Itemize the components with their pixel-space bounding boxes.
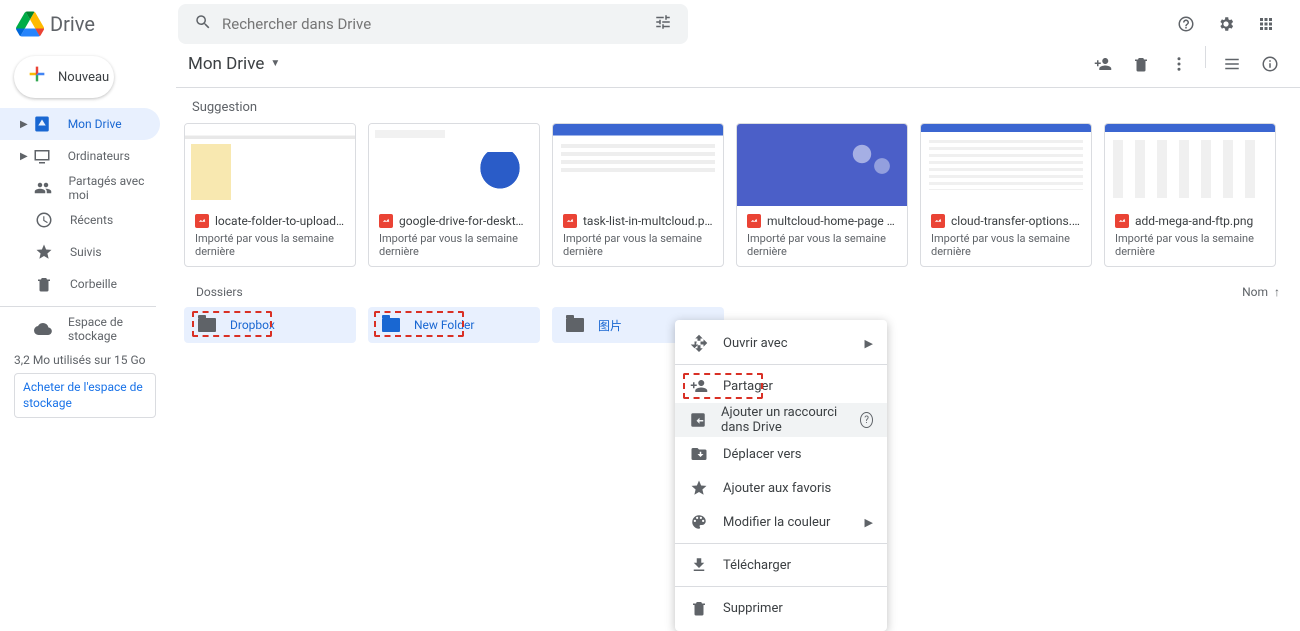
- caret-icon: ▶: [20, 151, 28, 162]
- sidebar-item-mydrive[interactable]: ▶ Mon Drive: [0, 108, 160, 140]
- image-file-icon: [379, 214, 393, 228]
- suggestion-heading: Suggestion: [176, 88, 1300, 123]
- image-file-icon: [563, 214, 577, 228]
- settings-icon[interactable]: [1208, 6, 1244, 42]
- context-menu: Ouvrir avec ▶ Partager Ajouter un raccou…: [675, 320, 887, 631]
- image-file-icon: [1115, 214, 1129, 228]
- sidebar-item-storage[interactable]: Espace de stockage: [0, 313, 160, 345]
- chevron-right-icon: ▶: [865, 337, 873, 350]
- buy-storage-link[interactable]: Acheter de l'espace de stockage: [14, 373, 156, 418]
- more-icon[interactable]: [1161, 46, 1197, 82]
- delete-icon: [689, 599, 709, 617]
- apps-icon[interactable]: [1248, 6, 1284, 42]
- app-title: Drive: [50, 12, 95, 36]
- image-file-icon: [195, 214, 209, 228]
- folder-dropbox[interactable]: Dropbox: [184, 307, 356, 343]
- sort-button[interactable]: Nom ↑: [1242, 285, 1280, 299]
- star-outline-icon: [689, 479, 709, 497]
- palette-icon: [689, 513, 709, 531]
- ctx-move-to[interactable]: Déplacer vers: [675, 437, 887, 471]
- folder-icon: [566, 318, 584, 332]
- caret-icon: ▶: [20, 119, 28, 130]
- ctx-add-starred[interactable]: Ajouter aux favoris: [675, 471, 887, 505]
- ctx-add-shortcut[interactable]: Ajouter un raccourci dans Drive ?: [675, 403, 887, 437]
- thumbnail: [737, 124, 907, 206]
- suggestion-card[interactable]: google-drive-for-desktop.pngImporté par …: [368, 123, 540, 267]
- suggestion-card[interactable]: locate-folder-to-upload-to-go...Importé …: [184, 123, 356, 267]
- open-with-icon: [689, 334, 709, 352]
- download-icon: [689, 556, 709, 574]
- sidebar-item-starred[interactable]: Suivis: [0, 236, 160, 268]
- move-icon: [689, 445, 709, 463]
- remove-icon[interactable]: [1123, 46, 1159, 82]
- sidebar-item-computers[interactable]: ▶ Ordinateurs: [0, 140, 160, 172]
- search-icon: [184, 13, 222, 35]
- image-file-icon: [931, 214, 945, 228]
- drive-logo-icon: [16, 10, 44, 38]
- list-view-icon[interactable]: [1214, 46, 1250, 82]
- thumbnail: [553, 124, 723, 206]
- new-button-label: Nouveau: [58, 70, 109, 85]
- person-add-icon: [689, 377, 709, 395]
- ctx-delete[interactable]: Supprimer: [675, 591, 887, 625]
- thumbnail: [1105, 124, 1275, 206]
- plus-icon: [26, 63, 48, 91]
- sidebar-item-recent[interactable]: Récents: [0, 204, 160, 236]
- computer-icon: [32, 147, 52, 165]
- suggestion-card[interactable]: task-list-in-multcloud.pngImporté par vo…: [552, 123, 724, 267]
- thumbnail: [921, 124, 1091, 206]
- sidebar-item-shared[interactable]: Partagés avec moi: [0, 172, 160, 204]
- trash-icon: [34, 275, 54, 293]
- help-icon[interactable]: [1168, 6, 1204, 42]
- people-icon: [34, 179, 52, 197]
- storage-used-text: 3,2 Mo utilisés sur 15 Go: [14, 353, 156, 367]
- folders-heading: Dossiers: [196, 285, 243, 299]
- location-breadcrumb[interactable]: Mon Drive ▼: [188, 54, 280, 74]
- thumbnail: [185, 124, 355, 206]
- star-icon: [34, 243, 54, 261]
- ctx-open-with[interactable]: Ouvrir avec ▶: [675, 326, 887, 360]
- thumbnail: [369, 124, 539, 206]
- suggestion-card[interactable]: add-mega-and-ftp.pngImporté par vous la …: [1104, 123, 1276, 267]
- shortcut-icon: [689, 411, 707, 429]
- info-circle-icon: ?: [860, 412, 873, 428]
- search-input[interactable]: [222, 15, 644, 33]
- sidebar-item-trash[interactable]: Corbeille: [0, 268, 160, 300]
- tune-icon[interactable]: [644, 13, 682, 35]
- ctx-share[interactable]: Partager: [675, 369, 887, 403]
- clock-icon: [34, 211, 54, 229]
- folder-new-folder[interactable]: New Folder: [368, 307, 540, 343]
- new-button[interactable]: Nouveau: [14, 56, 114, 98]
- chevron-right-icon: ▶: [865, 516, 873, 529]
- ctx-download[interactable]: Télécharger: [675, 548, 887, 582]
- search-bar[interactable]: [178, 4, 688, 44]
- folder-icon: [198, 318, 216, 332]
- shared-folder-icon: [382, 318, 400, 332]
- cloud-icon: [34, 320, 52, 338]
- arrow-up-icon: ↑: [1274, 285, 1280, 299]
- suggestion-card[interactable]: multcloud-home-page (1).pngImporté par v…: [736, 123, 908, 267]
- image-file-icon: [747, 214, 761, 228]
- ctx-change-color[interactable]: Modifier la couleur ▶: [675, 505, 887, 539]
- drive-small-icon: [32, 115, 52, 133]
- suggestion-card[interactable]: cloud-transfer-options.pngImporté par vo…: [920, 123, 1092, 267]
- dropdown-caret-icon: ▼: [270, 58, 280, 69]
- share-person-icon[interactable]: [1085, 46, 1121, 82]
- info-icon[interactable]: [1252, 46, 1288, 82]
